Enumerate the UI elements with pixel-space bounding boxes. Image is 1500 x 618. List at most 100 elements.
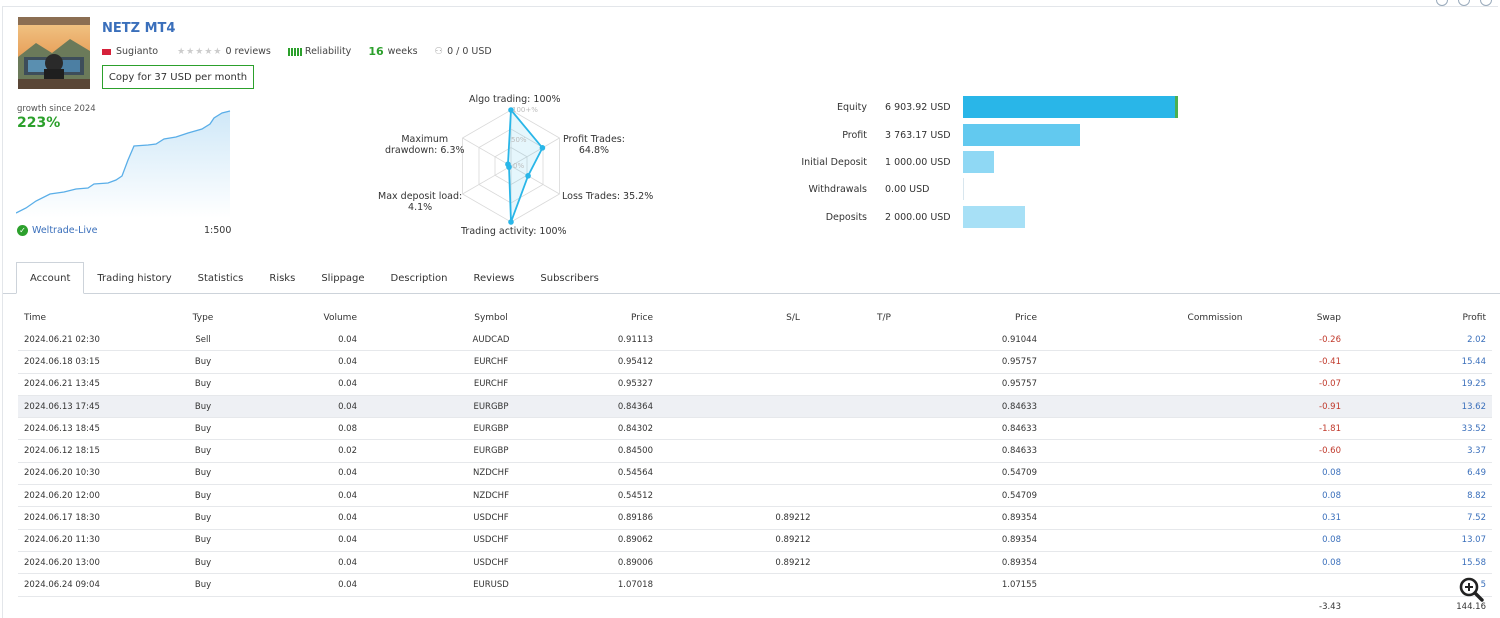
cell-symbol: NZDCHF: [473, 490, 509, 501]
growth-area: [16, 111, 230, 218]
broker-name[interactable]: Weltrade-Live: [32, 225, 97, 236]
cell-type: Buy: [194, 579, 212, 590]
cell-commission: [1155, 329, 1275, 350]
tab-slippage[interactable]: Slippage: [308, 262, 377, 294]
financial-label: Initial Deposit: [801, 156, 867, 168]
financial-bar[interactable]: [963, 124, 1081, 146]
cell-time: 2024.06.20 10:30: [24, 468, 100, 479]
financial-value: 2 000.00 USD: [885, 211, 951, 223]
radar-label-activity: Trading activity: 100%: [461, 226, 567, 237]
cell-price-close: 0.84633: [1001, 401, 1037, 412]
cell-price-close: 0.91044: [1001, 334, 1037, 345]
cell-profit: 15.58: [1461, 557, 1486, 568]
financial-label: Deposits: [825, 211, 867, 223]
table-row[interactable]: 2024.06.18 03:15 Buy 0.04 EURCHF 0.95412 0.95…: [18, 351, 1492, 374]
cell-swap: 0.08: [1322, 468, 1341, 479]
reviews-count[interactable]: 0 reviews: [225, 46, 270, 57]
tab-reviews[interactable]: Reviews: [461, 262, 528, 294]
cell-type: Buy: [194, 490, 212, 501]
cell-volume: 0.04: [338, 356, 357, 367]
cell-commission: [1155, 374, 1275, 395]
column-header-profit[interactable]: Profit: [1463, 307, 1486, 329]
cell-time: 2024.06.20 13:00: [24, 557, 100, 568]
cell-commission: [1155, 507, 1275, 528]
column-header-price-open[interactable]: Price: [631, 307, 653, 329]
column-header-type[interactable]: Type: [143, 307, 263, 329]
table-row[interactable]: 2024.06.24 09:04 Buy 0.04 EURUSD 1.07018 1.07…: [18, 574, 1492, 597]
reliability-bars-icon: [287, 47, 302, 56]
cell-tp: [824, 485, 944, 506]
cell-symbol: EURCHF: [473, 379, 509, 390]
table-row[interactable]: 2024.06.21 13:45 Buy 0.04 EURCHF 0.95327 0.95…: [18, 374, 1492, 396]
copy-signal-button[interactable]: Copy for 37 USD per month: [102, 65, 254, 89]
cell-volume: 0.04: [338, 513, 357, 524]
column-header-time[interactable]: Time: [24, 307, 46, 329]
table-row[interactable]: 2024.06.12 18:15 Buy 0.02 EURGBP 0.84500 0.84…: [18, 440, 1492, 463]
total-profit: 144.16: [1456, 602, 1486, 612]
risk-radar-chart[interactable]: 100+% 50% 0%: [455, 96, 567, 226]
tab-risks[interactable]: Risks: [256, 262, 308, 294]
tab-subscribers[interactable]: Subscribers: [527, 262, 611, 294]
cell-type: Buy: [194, 446, 212, 457]
table-row[interactable]: 2024.06.20 11:30 Buy 0.04 USDCHF 0.89062 0.89…: [18, 530, 1492, 552]
cell-type: Buy: [194, 401, 212, 412]
cell-swap: -0.91: [1319, 401, 1341, 412]
broker-link[interactable]: ✓ Weltrade-Live: [17, 225, 97, 236]
table-row[interactable]: 2024.06.20 12:00 Buy 0.04 NZDCHF 0.54512 0.54…: [18, 485, 1492, 508]
financial-bar[interactable]: [963, 96, 1178, 118]
tab-account[interactable]: Account: [16, 262, 85, 294]
column-header-commission[interactable]: Commission: [1155, 307, 1275, 329]
tab-statistics[interactable]: Statistics: [185, 262, 257, 294]
cell-type: Buy: [194, 557, 212, 568]
column-header-tp[interactable]: T/P: [824, 307, 944, 329]
cell-commission: [1155, 396, 1275, 417]
financial-bar[interactable]: [963, 151, 995, 173]
table-row[interactable]: 2024.06.17 18:30 Buy 0.04 USDCHF 0.89186 0.89…: [18, 507, 1492, 530]
tab-description[interactable]: Description: [378, 262, 461, 294]
cell-tp: [824, 418, 944, 439]
cell-tp: [824, 374, 944, 395]
signal-title[interactable]: NETZ MT4: [102, 21, 175, 36]
cell-time: 2024.06.13 17:45: [24, 401, 100, 412]
author-name[interactable]: Sugianto: [116, 46, 158, 57]
cell-price-open: 0.95412: [617, 356, 653, 367]
financial-bar[interactable]: [963, 206, 1026, 228]
table-row[interactable]: 2024.06.20 13:00 Buy 0.04 USDCHF 0.89006 0.89…: [18, 552, 1492, 575]
column-header-swap[interactable]: Swap: [1317, 307, 1341, 329]
column-header-volume[interactable]: Volume: [324, 307, 357, 329]
table-row[interactable]: 2024.06.21 02:30 Sell 0.04 AUDCAD 0.91113 0.9…: [18, 329, 1492, 352]
tab-trading-history[interactable]: Trading history: [84, 262, 184, 294]
cell-tp: [824, 530, 944, 551]
financial-value: 0.00 USD: [885, 183, 930, 195]
cell-profit: 2.02: [1467, 334, 1486, 345]
radar-label-profit-line2: 64.8%: [578, 145, 610, 156]
cell-volume: 0.04: [338, 468, 357, 479]
financial-label: Equity: [836, 101, 867, 113]
cell-time: 2024.06.18 03:15: [24, 356, 100, 367]
table-row[interactable]: 2024.06.13 18:45 Buy 0.08 EURGBP 0.84302 0.84…: [18, 418, 1492, 441]
column-header-price-close[interactable]: Price: [1015, 307, 1037, 329]
cell-volume: 0.04: [338, 379, 357, 390]
signal-avatar[interactable]: [18, 17, 90, 89]
cell-commission: [1155, 440, 1275, 461]
cell-volume: 0.04: [338, 535, 357, 546]
table-row[interactable]: 2024.06.13 17:45 Buy 0.04 EURGBP 0.84364 0.84…: [18, 395, 1492, 419]
cell-symbol: EURCHF: [473, 356, 509, 367]
cell-tp: [824, 440, 944, 461]
cell-profit: 3.37: [1467, 446, 1486, 457]
cell-price-close: 0.84633: [1001, 446, 1037, 457]
radar-point: [508, 219, 514, 225]
table-row[interactable]: 2024.06.20 10:30 Buy 0.04 NZDCHF 0.54564 0.54…: [18, 463, 1492, 486]
radar-label-deposit-line1: Max deposit load:: [378, 191, 463, 202]
column-header-symbol[interactable]: Symbol: [431, 307, 551, 329]
financial-row: Initial Deposit 1 000.00 USD: [760, 151, 957, 173]
cell-profit: 13.07: [1461, 535, 1486, 546]
cell-symbol: USDCHF: [473, 535, 509, 546]
table-totals: -3.43 144.16: [18, 600, 1492, 614]
cell-price-close: 0.95757: [1001, 356, 1037, 367]
cell-price-close: 0.54709: [1001, 468, 1037, 479]
cell-commission: [1155, 530, 1275, 551]
growth-chart[interactable]: [16, 108, 234, 218]
zoom-in-icon[interactable]: [1458, 576, 1484, 602]
financial-bar[interactable]: [963, 178, 964, 200]
